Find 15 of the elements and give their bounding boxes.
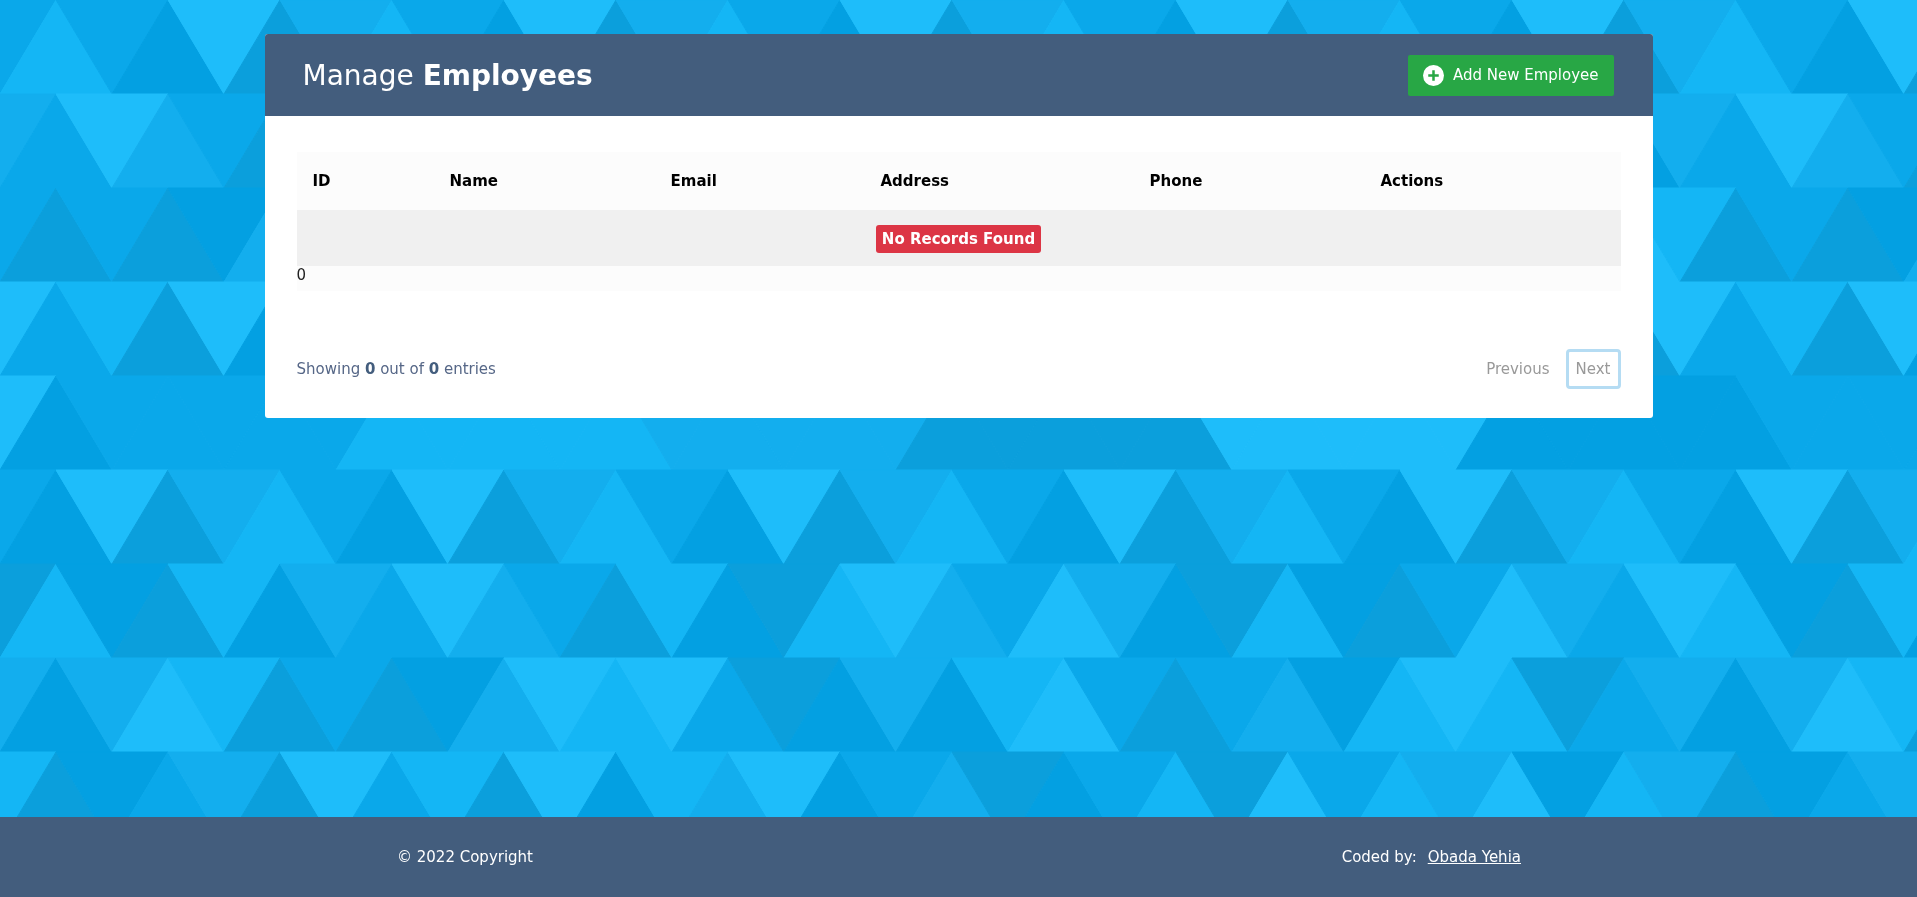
entries-summary: Showing 0 out of 0 entries [296, 360, 496, 378]
column-header: ID [296, 152, 434, 211]
column-header: Address [864, 152, 1134, 211]
credit-label: Coded by: [1341, 848, 1417, 866]
column-header: Name [433, 152, 655, 211]
column-header: Phone [1133, 152, 1365, 211]
add-employee-button[interactable]: Add New Employee [1407, 54, 1614, 96]
column-header: Actions [1364, 152, 1621, 211]
plus-circle-icon [1422, 64, 1444, 86]
copyright-text: © 2022 Copyright [397, 848, 533, 866]
no-records-badge: No Records Found [875, 224, 1042, 253]
page-title: Manage Employees [302, 58, 593, 92]
column-header: Email [654, 152, 865, 211]
author-link[interactable]: Obada Yehia [1427, 848, 1521, 866]
page-button[interactable]: Next [1565, 349, 1621, 389]
